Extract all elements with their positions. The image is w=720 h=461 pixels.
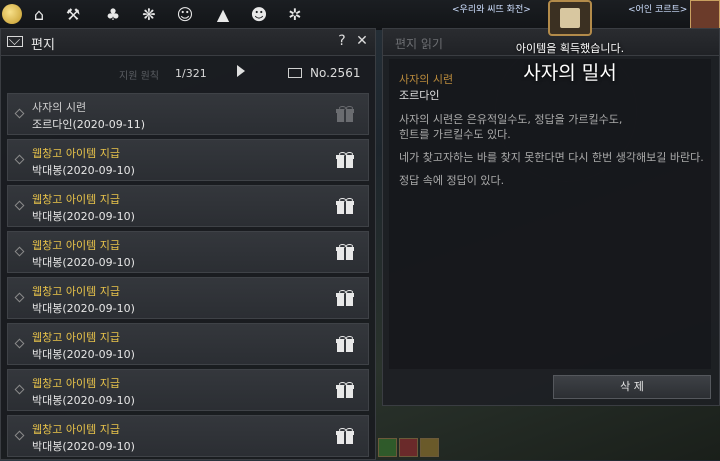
mail-list-item[interactable]: 웹창고 아이템 지급 박대봉(2020-09-10) (7, 277, 369, 319)
diamond-icon (14, 430, 25, 441)
envelope-icon (288, 68, 302, 78)
letter-line: 네가 찾고자하는 바를 찾지 못한다면 다시 한번 생각해보길 바란다. (399, 151, 704, 164)
gift-icon[interactable] (336, 336, 354, 352)
home-icon[interactable]: ⌂ (28, 4, 50, 26)
mail-sender: 박대봉(2020-09-10) (32, 210, 135, 223)
clover-buff-icon[interactable] (378, 438, 397, 457)
next-page-icon[interactable] (237, 65, 245, 77)
mail-subject: 웹창고 아이템 지급 (32, 423, 120, 436)
gift-icon[interactable] (336, 198, 354, 214)
pickaxe-icon[interactable]: ⚒ (62, 4, 84, 26)
mail-window-title: 편지 (31, 38, 55, 53)
notification-message: 아이템을 획득했습니다. (515, 42, 625, 55)
help-button[interactable]: ? (333, 32, 351, 50)
gift-icon[interactable] (336, 152, 354, 168)
mail-list-item[interactable]: 웹창고 아이템 지급 박대봉(2020-09-10) (7, 323, 369, 365)
quick-slot-bar (378, 438, 440, 460)
mail-subject: 웹창고 아이템 지급 (32, 377, 120, 390)
mask-icon[interactable]: ☺ (174, 4, 196, 26)
mail-reader-title: 편지 읽기 (395, 37, 443, 51)
close-button[interactable]: ✕ (353, 32, 371, 50)
letter-line: 힌트를 가르킬수도 있다. (399, 128, 511, 141)
mail-subject: 웹창고 아이템 지급 (32, 285, 120, 298)
mail-list: 사자의 시련 조르다인(2020-09-11) 웹창고 아이템 지급 박대봉(2… (7, 93, 369, 461)
mail-subject: 웹창고 아이템 지급 (32, 239, 120, 252)
mail-sender: 박대봉(2020-09-10) (32, 256, 135, 269)
farm-icon[interactable]: ♣ (102, 4, 124, 26)
mail-list-item[interactable]: 사자의 시련 조르다인(2020-09-11) (7, 93, 369, 135)
mail-number: No.2561 (310, 66, 361, 80)
page-count: 1/321 (175, 67, 207, 80)
item-acquired-notification: 아이템을 획득했습니다. 사자의 밀서 (470, 0, 670, 90)
mail-window-header[interactable]: 편지 ? ✕ (1, 29, 375, 56)
mail-subject: 사자의 시련 (32, 101, 87, 114)
family-icon[interactable]: ☻ (248, 4, 270, 26)
letter-line: 사자의 시련은 은유적일수도, 정답을 가르킬수도, (399, 113, 623, 126)
mail-sender: 박대봉(2020-09-10) (32, 394, 135, 407)
mail-sender: 박대봉(2020-09-10) (32, 302, 135, 315)
star-buff-icon[interactable] (420, 438, 439, 457)
sort-label[interactable]: 지원 원칙 (119, 67, 159, 82)
diamond-icon (14, 338, 25, 349)
gift-icon[interactable] (336, 244, 354, 260)
mail-sender: 박대봉(2020-09-10) (32, 164, 135, 177)
gift-icon (336, 106, 354, 122)
diamond-icon (14, 384, 25, 395)
sword-buff-icon[interactable] (399, 438, 418, 457)
gift-icon[interactable] (336, 382, 354, 398)
letter-sender-label: 사자의 시련 (399, 73, 454, 86)
mail-subject: 웹창고 아이템 지급 (32, 331, 120, 344)
mail-sender: 박대봉(2020-09-10) (32, 440, 135, 453)
pet-icon[interactable]: ❋ (138, 4, 160, 26)
mail-list-item[interactable]: 웹창고 아이템 지급 박대봉(2020-09-10) (7, 139, 369, 181)
mail-window: 편지 ? ✕ 지원 원칙 1/321 No.2561 사자의 시련 조르다인(2… (0, 28, 376, 460)
letter-sender: 조르다인 (399, 89, 440, 102)
mail-subject: 웹창고 아이템 지급 (32, 147, 120, 160)
character-avatar[interactable] (690, 0, 720, 30)
gift-icon[interactable] (336, 428, 354, 444)
diamond-icon (14, 200, 25, 211)
mail-sender: 박대봉(2020-09-10) (32, 348, 135, 361)
diamond-icon (14, 292, 25, 303)
mail-list-item[interactable]: 웹창고 아이템 지급 박대봉(2020-09-10) (7, 415, 369, 457)
envelope-icon (7, 36, 23, 47)
diamond-icon (14, 154, 25, 165)
delete-button[interactable]: 삭 제 (553, 375, 711, 399)
gold-coin-icon[interactable] (2, 4, 22, 24)
letter-line: 정답 속에 정답이 있다. (399, 174, 505, 187)
diamond-icon (14, 108, 25, 119)
letter-body: 사자의 시련 조르다인 사자의 시련은 은유적일수도, 정답을 가르킬수도, 힌… (389, 59, 711, 369)
mail-sender: 조르다인(2020-09-11) (32, 118, 145, 131)
pager-row: 지원 원칙 1/321 No.2561 (1, 59, 375, 87)
diamond-icon (14, 246, 25, 257)
mail-list-item[interactable]: 웹창고 아이템 지급 박대봉(2020-09-10) (7, 231, 369, 273)
scroll-item-icon (548, 0, 592, 36)
gift-icon[interactable] (336, 290, 354, 306)
camp-icon[interactable]: ▲ (212, 4, 234, 26)
mail-subject: 웹창고 아이템 지급 (32, 193, 120, 206)
mail-list-item[interactable]: 웹창고 아이템 지급 박대봉(2020-09-10) (7, 369, 369, 411)
mail-list-item[interactable]: 웹창고 아이템 지급 박대봉(2020-09-10) (7, 185, 369, 227)
notification-item-name: 사자의 밀서 (523, 62, 617, 84)
butterfly-icon[interactable]: ✲ (284, 4, 306, 26)
